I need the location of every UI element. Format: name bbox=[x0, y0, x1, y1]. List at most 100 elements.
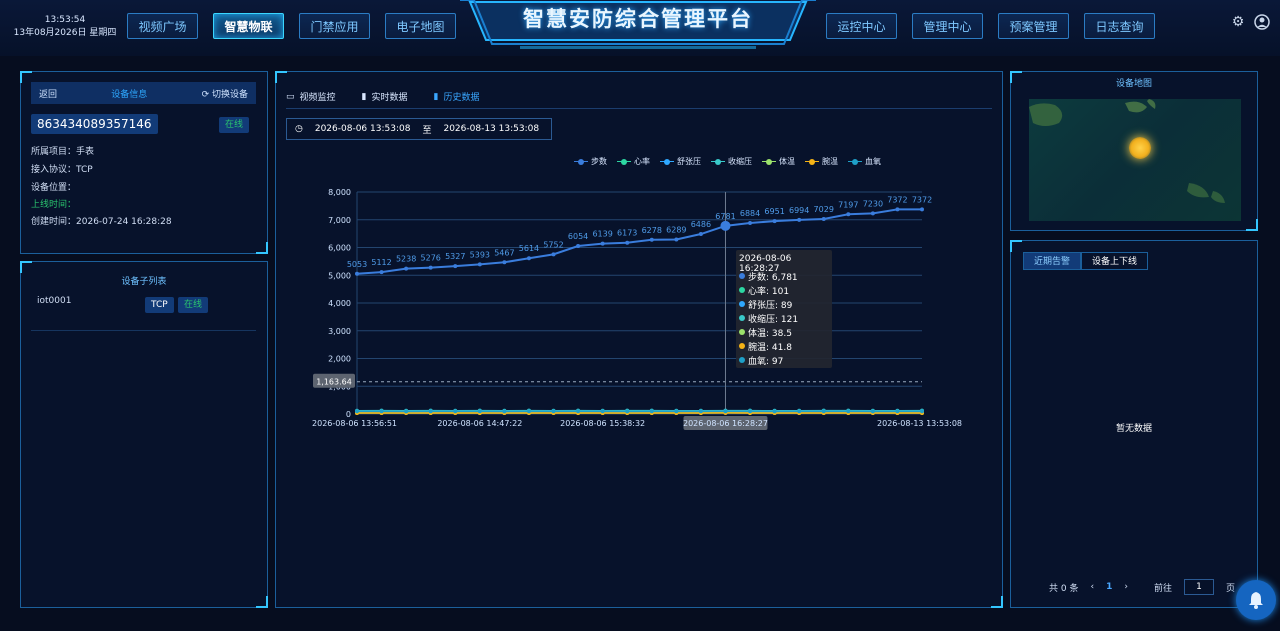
nav-mgmt-center[interactable]: 管理中心 bbox=[912, 13, 983, 39]
tab-history-data[interactable]: ▮ 历史数据 bbox=[433, 90, 480, 104]
legend-item[interactable]: 腕温 bbox=[805, 156, 838, 167]
device-info-header: 返回 设备信息 ⟳ 切换设备 bbox=[31, 82, 256, 104]
y-tick-label: 8,000 bbox=[328, 188, 351, 197]
y-tick-label: 0 bbox=[346, 410, 351, 419]
gear-icon[interactable]: ⚙ bbox=[1230, 14, 1246, 30]
tab-underline bbox=[286, 108, 992, 109]
user-icon[interactable] bbox=[1254, 14, 1270, 30]
sub-list-panel: 设备子列表 iot0001 TCP 在线 bbox=[20, 261, 268, 608]
tooltip-row: 舒张压: 89 bbox=[739, 297, 829, 311]
data-label: 5276 bbox=[421, 254, 441, 263]
data-point bbox=[453, 264, 458, 269]
status-badge: 在线 bbox=[178, 297, 209, 313]
next-page-button[interactable]: › bbox=[1124, 582, 1128, 592]
legend-item[interactable]: 收缩压 bbox=[711, 156, 752, 167]
data-label: 5238 bbox=[396, 255, 416, 264]
nav-smart-iot[interactable]: 智慧物联 bbox=[213, 13, 284, 39]
legend-label: 舒张压 bbox=[677, 157, 701, 166]
tooltip-value: 步数: 6,781 bbox=[748, 272, 798, 283]
tooltip-value: 体温: 38.5 bbox=[748, 328, 792, 339]
data-point bbox=[453, 409, 458, 414]
data-point bbox=[748, 220, 753, 225]
tab-device-online-offline[interactable]: 设备上下线 bbox=[1081, 252, 1149, 270]
data-point bbox=[674, 409, 679, 414]
data-label: 6884 bbox=[740, 209, 760, 218]
sub-device-name: iot0001 bbox=[37, 296, 72, 306]
data-point bbox=[551, 409, 556, 414]
page-jump-input[interactable]: 1 bbox=[1183, 579, 1214, 595]
clock-date: 13年08月2026日 星期四 bbox=[13, 28, 117, 38]
monitor-icon: ▭ bbox=[286, 91, 295, 102]
data-point bbox=[821, 216, 826, 221]
main-tabs: ▭ 视频监控 ▮ 实时数据 ▮ 历史数据 bbox=[286, 90, 480, 104]
legend-item[interactable]: 心率 bbox=[617, 156, 650, 167]
data-point bbox=[920, 207, 924, 212]
legend-item[interactable]: 舒张压 bbox=[660, 156, 701, 167]
back-button[interactable]: 返回 bbox=[39, 87, 57, 100]
data-label: 7372 bbox=[887, 195, 907, 204]
tooltip-row: 血氧: 97 bbox=[739, 353, 829, 367]
data-label: 6289 bbox=[666, 225, 686, 234]
legend-label: 收缩压 bbox=[728, 157, 752, 166]
map-panel: 设备地图 bbox=[1010, 71, 1258, 231]
legend-marker bbox=[574, 158, 588, 166]
device-id: 863434089357146 bbox=[31, 114, 158, 134]
status-badge: 在线 bbox=[219, 117, 250, 133]
legend-label: 心率 bbox=[634, 157, 650, 166]
nav-video-square[interactable]: 视频广场 bbox=[127, 13, 198, 39]
nav-ops-center[interactable]: 运控中心 bbox=[826, 13, 897, 39]
legend-marker bbox=[711, 158, 725, 166]
tooltip-row: 步数: 6,781 bbox=[739, 269, 829, 283]
data-point bbox=[846, 409, 851, 414]
tooltip-dot bbox=[739, 301, 745, 307]
device-info-title: 设备信息 bbox=[111, 89, 148, 100]
tab-recent-alarms[interactable]: 近期告警 bbox=[1023, 252, 1082, 270]
tooltip-dot bbox=[739, 287, 745, 293]
device-marker-icon[interactable] bbox=[1129, 137, 1151, 159]
switch-device-button[interactable]: ⟳ 切换设备 bbox=[202, 87, 248, 100]
top-bar: 13:53:54 13年08月2026日 星期四 视频广场 智慧物联 门禁应用 … bbox=[0, 0, 1280, 56]
pager-total: 共 0 条 bbox=[1049, 583, 1079, 594]
nav-log-query[interactable]: 日志查询 bbox=[1084, 13, 1155, 39]
current-page[interactable]: 1 bbox=[1106, 582, 1112, 592]
data-label: 5393 bbox=[470, 250, 490, 259]
data-label: 6173 bbox=[617, 229, 637, 238]
legend-item[interactable]: 血氧 bbox=[848, 156, 881, 167]
data-point bbox=[355, 271, 359, 276]
nav-e-map[interactable]: 电子地图 bbox=[385, 13, 456, 39]
data-point bbox=[720, 220, 731, 231]
legend-item[interactable]: 步数 bbox=[574, 156, 607, 167]
data-point bbox=[600, 241, 605, 246]
x-tick-label: 2026-08-06 16:28:27 bbox=[683, 419, 768, 428]
bell-icon[interactable] bbox=[1236, 580, 1276, 620]
tab-video-monitor[interactable]: ▭ 视频监控 bbox=[286, 90, 336, 104]
project-info: 所属项目：手表 bbox=[31, 147, 95, 157]
nav-plan-mgmt[interactable]: 预案管理 bbox=[998, 13, 1069, 39]
bar-chart-icon: ▮ bbox=[433, 91, 439, 102]
legend-label: 血氧 bbox=[865, 157, 881, 166]
data-label: 6994 bbox=[789, 206, 809, 215]
data-point bbox=[625, 409, 630, 414]
data-label: 5053 bbox=[347, 260, 367, 269]
legend-label: 步数 bbox=[591, 157, 607, 166]
tab-realtime-data[interactable]: ▮ 实时数据 bbox=[362, 90, 408, 104]
map-terrain bbox=[1029, 99, 1225, 203]
device-map[interactable] bbox=[1029, 99, 1241, 221]
data-point bbox=[797, 217, 802, 222]
date-range-picker[interactable]: ◷ 2026-08-06 13:53:08 至 2026-08-13 13:53… bbox=[286, 118, 552, 140]
data-point bbox=[846, 212, 851, 217]
x-tick-label: 2026-08-13 13:53:08 bbox=[877, 419, 962, 428]
tooltip-dot bbox=[739, 343, 745, 349]
data-point bbox=[723, 409, 728, 414]
tooltip-row: 收缩压: 121 bbox=[739, 311, 829, 325]
date-end: 2026-08-13 13:53:08 bbox=[443, 124, 540, 134]
clock-time: 13:53:54 bbox=[44, 15, 86, 25]
nav-access-control[interactable]: 门禁应用 bbox=[299, 13, 370, 39]
y-tick-label: 2,000 bbox=[328, 355, 351, 364]
history-line-chart: 01,0002,0003,0004,0005,0006,0007,0008,00… bbox=[312, 188, 962, 430]
data-label: 6486 bbox=[691, 220, 711, 229]
title-banner: 智慧安防综合管理平台 bbox=[460, 0, 816, 52]
legend-item[interactable]: 体温 bbox=[762, 156, 795, 167]
tooltip-value: 心率: 101 bbox=[748, 286, 790, 297]
prev-page-button[interactable]: ‹ bbox=[1090, 582, 1094, 592]
